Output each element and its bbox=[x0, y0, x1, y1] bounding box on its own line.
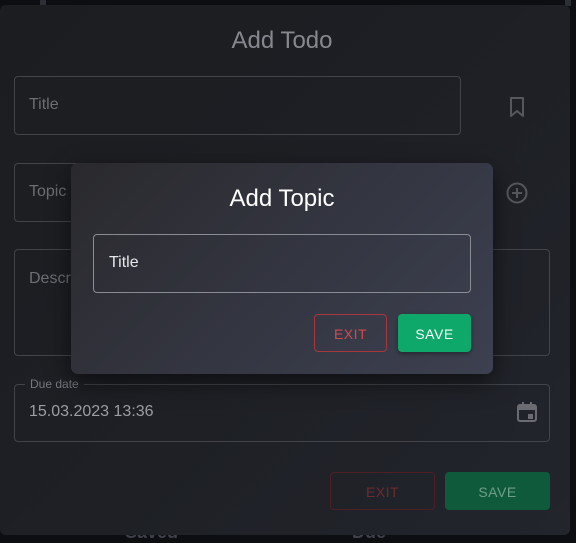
due-date-value: 15.03.2023 13:36 bbox=[29, 403, 154, 420]
topic-title-field[interactable]: Title bbox=[93, 234, 471, 293]
bookmark-icon[interactable] bbox=[507, 96, 527, 123]
topic-save-button[interactable]: SAVE bbox=[398, 314, 471, 352]
todo-title-placeholder: Title bbox=[29, 96, 59, 113]
dialog-title: Add Todo bbox=[231, 27, 333, 54]
todo-exit-button[interactable]: EXIT bbox=[330, 472, 435, 510]
topic-dialog-title: Add Topic bbox=[229, 185, 335, 212]
calendar-icon[interactable] bbox=[516, 401, 538, 428]
add-circle-icon[interactable] bbox=[505, 181, 529, 210]
topic-exit-button[interactable]: EXIT bbox=[314, 314, 387, 352]
todo-title-field[interactable]: Title bbox=[14, 76, 461, 135]
todo-topic-placeholder: Topic bbox=[29, 183, 67, 200]
topic-title-placeholder: Title bbox=[109, 254, 139, 271]
add-topic-dialog: Add Topic Title EXIT SAVE bbox=[71, 163, 493, 374]
due-date-field[interactable]: Due date 15.03.2023 13:36 bbox=[14, 377, 550, 442]
due-date-label: Due date bbox=[25, 377, 84, 391]
todo-save-button[interactable]: SAVE bbox=[445, 472, 550, 510]
